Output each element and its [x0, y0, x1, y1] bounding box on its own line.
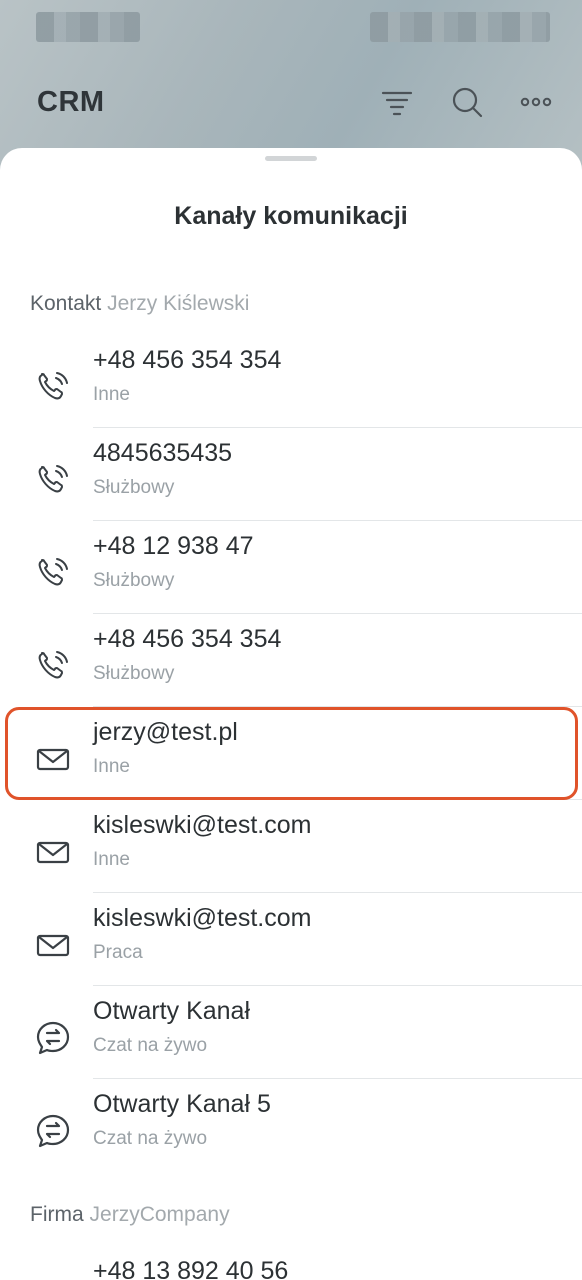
- channel-type: Służbowy: [93, 663, 175, 684]
- channel-type: Czat na żywo: [93, 1128, 208, 1149]
- chat-icon: [35, 1020, 71, 1056]
- contact-section-header: Kontakt Jerzy Kiślewski: [30, 292, 249, 316]
- company-section-header: Firma JerzyCompany: [30, 1203, 230, 1227]
- channel-value: +48 13 892 40 56: [93, 1257, 289, 1280]
- app-title: CRM: [37, 86, 105, 118]
- channel-type: Czat na żywo: [93, 1035, 208, 1056]
- channel-value: +48 456 354 354: [93, 346, 282, 374]
- phone-icon: [35, 462, 71, 498]
- status-bar-left-redacted: [36, 12, 140, 42]
- section-label: Firma: [30, 1203, 84, 1226]
- channel-value: +48 12 938 47: [93, 532, 254, 560]
- phone-icon: [35, 369, 71, 405]
- channel-row[interactable]: +48 12 938 47 Służbowy: [0, 521, 582, 614]
- channel-row[interactable]: kisleswki@test.com Praca: [0, 893, 582, 986]
- funnel-icon[interactable]: [380, 86, 414, 120]
- channel-type: Inne: [93, 756, 130, 777]
- channel-value: jerzy@test.pl: [93, 718, 238, 746]
- search-icon[interactable]: [450, 86, 484, 120]
- chat-icon: [35, 1113, 71, 1149]
- channel-row[interactable]: +48 13 892 40 56: [0, 1246, 582, 1280]
- channel-value: kisleswki@test.com: [93, 811, 312, 839]
- channel-value: kisleswki@test.com: [93, 904, 312, 932]
- channel-value: Otwarty Kanał: [93, 997, 251, 1025]
- channel-row[interactable]: +48 456 354 354 Inne: [0, 335, 582, 428]
- mail-icon: [35, 741, 71, 777]
- company-name: JerzyCompany: [89, 1203, 230, 1226]
- channel-row[interactable]: +48 456 354 354 Służbowy: [0, 614, 582, 707]
- channel-row[interactable]: Otwarty Kanał 5 Czat na żywo: [0, 1079, 582, 1172]
- channel-value: +48 456 354 354: [93, 625, 282, 653]
- channel-type: Inne: [93, 384, 130, 405]
- status-bar-right-redacted: [370, 12, 550, 42]
- channel-type: Inne: [93, 849, 130, 870]
- channel-row[interactable]: Otwarty Kanał Czat na żywo: [0, 986, 582, 1079]
- channel-type: Służbowy: [93, 570, 175, 591]
- channel-row[interactable]: jerzy@test.pl Inne: [0, 707, 582, 800]
- channel-row[interactable]: 4845635435 Służbowy: [0, 428, 582, 521]
- channel-value: Otwarty Kanał 5: [93, 1090, 271, 1118]
- phone-icon: [35, 648, 71, 684]
- sheet-title: Kanały komunikacji: [174, 202, 408, 230]
- section-label: Kontakt: [30, 292, 102, 315]
- mail-icon: [35, 834, 71, 870]
- communication-channels-sheet: Kanały komunikacji Kontakt Jerzy Kiślews…: [0, 148, 582, 1280]
- contact-name: Jerzy Kiślewski: [107, 292, 250, 315]
- channel-row[interactable]: kisleswki@test.com Inne: [0, 800, 582, 893]
- sheet-drag-handle[interactable]: [265, 156, 317, 161]
- phone-icon: [35, 555, 71, 591]
- channel-type: Służbowy: [93, 477, 175, 498]
- channel-type: Praca: [93, 942, 143, 963]
- mail-icon: [35, 927, 71, 963]
- channel-value: 4845635435: [93, 439, 233, 467]
- more-icon[interactable]: [519, 86, 553, 120]
